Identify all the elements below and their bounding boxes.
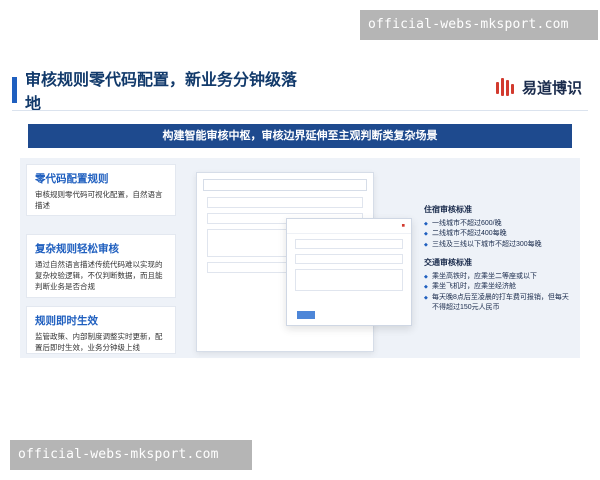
feature-card-instant-effect: 规则即时生效 监管政策、内部制度调整实时更新，配置后即时生效，业务分钟级上线 [26, 306, 176, 354]
list-item: 三线及三线以下城市不超过300每晚 [424, 240, 574, 251]
header-divider [12, 110, 588, 111]
page-header: 审核规则零代码配置，新业务分钟级落地 [12, 70, 312, 113]
banner: 构建智能审核中枢，审核边界延伸至主观判断类复杂场景 [28, 124, 572, 148]
popup-save-button [297, 311, 315, 319]
list-item: 二线城市不超过400每晚 [424, 229, 574, 240]
watermark-bottom: official-webs-mksport.com [10, 440, 252, 470]
popup-field [295, 239, 403, 249]
audit-standards: 住宿审核标准 一线城市不超过600/晚 二线城市不超过400每晚 三线及三线以下… [424, 205, 574, 322]
rule-edit-popup-screenshot: ■ [286, 218, 412, 326]
page-title: 审核规则零代码配置，新业务分钟级落地 [24, 72, 297, 113]
list-item: 每天晚8点后至凌晨的打车费可报销，但每天不得超过150元人民币 [424, 293, 574, 314]
feature-desc: 监管政策、内部制度调整实时更新，配置后即时生效，业务分钟级上线 [35, 332, 163, 352]
feature-desc: 通过自然语言描述传统代码难以实现的复杂校验逻辑，不仅判断数据，而且能判断业务是否… [35, 260, 163, 291]
feature-card-zero-code: 零代码配置规则 审核规则零代码可视化配置，自然语言描述 [26, 164, 176, 216]
feature-title: 规则即时生效 [35, 315, 98, 327]
popup-header: ■ [287, 219, 411, 234]
watermark-top: official-webs-mksport.com [360, 10, 598, 40]
feature-desc: 审核规则零代码可视化配置，自然语言描述 [35, 190, 163, 210]
transport-standard-title: 交通审核标准 [424, 258, 472, 267]
feature-title: 零代码配置规则 [35, 173, 109, 185]
panel-search-field [203, 179, 367, 191]
lodging-standard-list: 一线城市不超过600/晚 二线城市不超过400每晚 三线及三线以下城市不超过30… [424, 219, 574, 251]
brand: 易道博识 [494, 76, 582, 98]
panel-field [207, 197, 363, 208]
title-accent-bar [12, 77, 17, 103]
list-item: 乘坐高铁时，应乘坐二等座或以下 [424, 272, 574, 283]
brand-name: 易道博识 [521, 79, 582, 97]
list-item: 乘坐飞机时，应乘坐经济舱 [424, 282, 574, 293]
popup-textarea [295, 269, 403, 291]
delete-icon: ■ [401, 223, 405, 229]
list-item: 一线城市不超过600/晚 [424, 219, 574, 230]
brand-logo-icon [494, 76, 516, 98]
lodging-standard-title: 住宿审核标准 [424, 205, 472, 214]
feature-title: 复杂规则轻松审核 [35, 243, 119, 255]
feature-card-complex-rules: 复杂规则轻松审核 通过自然语言描述传统代码难以实现的复杂校验逻辑，不仅判断数据，… [26, 234, 176, 298]
popup-field [295, 254, 403, 264]
transport-standard-list: 乘坐高铁时，应乘坐二等座或以下 乘坐飞机时，应乘坐经济舱 每天晚8点后至凌晨的打… [424, 272, 574, 314]
